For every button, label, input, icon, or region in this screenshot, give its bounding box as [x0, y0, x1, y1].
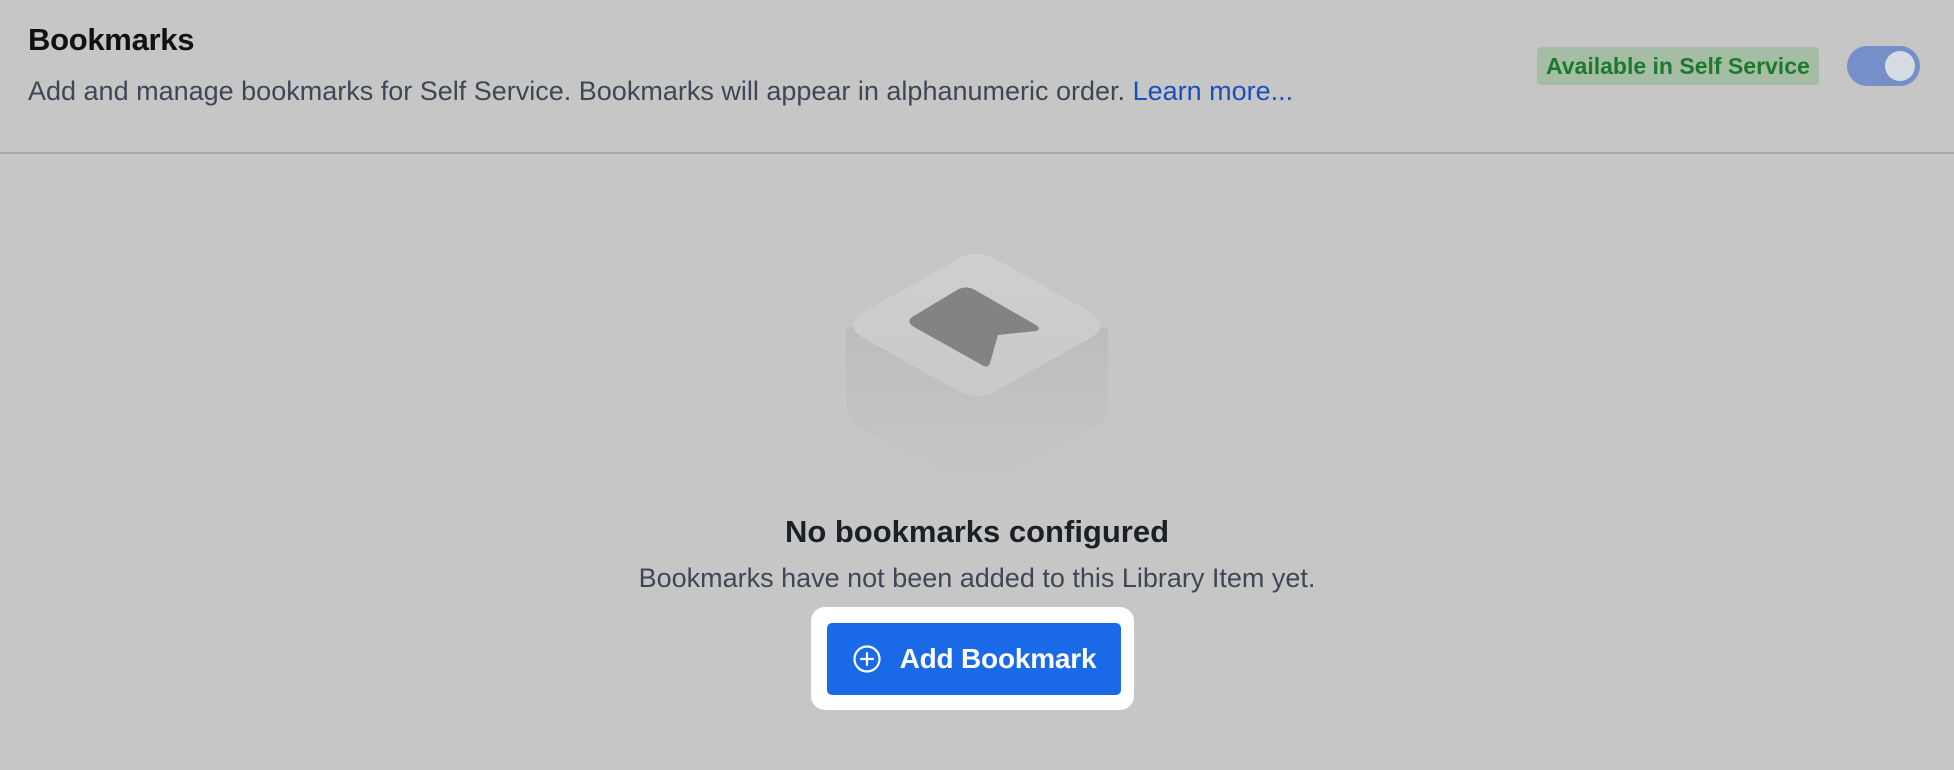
learn-more-link[interactable]: Learn more...: [1133, 76, 1294, 106]
bookmarks-page: Bookmarks Add and manage bookmarks for S…: [0, 0, 1954, 770]
empty-state-description: Bookmarks have not been added to this Li…: [638, 563, 1316, 593]
add-bookmark-button[interactable]: Add Bookmark: [827, 623, 1121, 695]
empty-state-title: No bookmarks configured: [784, 514, 1170, 549]
bookmark-tray-icon: [840, 245, 1114, 485]
page-title: Bookmarks: [28, 22, 195, 57]
description-text: Add and manage bookmarks for Self Servic…: [28, 76, 1133, 106]
plus-circle-icon: [852, 644, 882, 674]
self-service-toggle[interactable]: [1847, 46, 1920, 86]
toggle-knob: [1885, 51, 1915, 81]
self-service-status-badge: Available in Self Service: [1537, 47, 1819, 85]
page-description: Add and manage bookmarks for Self Servic…: [28, 76, 1293, 107]
bookmarks-header: Bookmarks Add and manage bookmarks for S…: [0, 0, 1954, 154]
add-bookmark-label: Add Bookmark: [899, 643, 1097, 674]
